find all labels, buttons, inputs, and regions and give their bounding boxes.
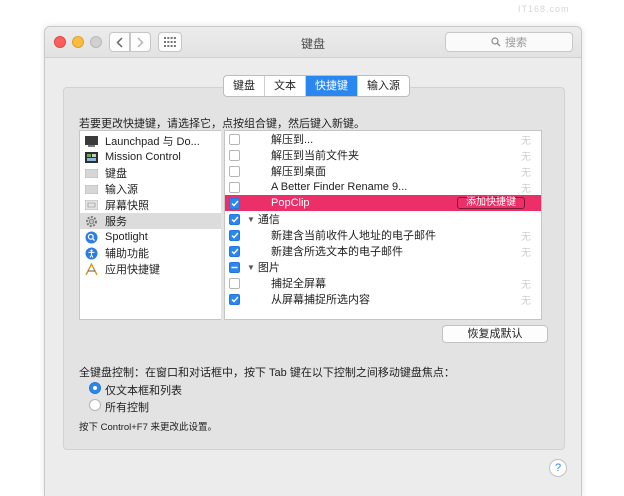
category-services[interactable]: 服务 [80, 213, 222, 229]
launchpad-icon [85, 135, 98, 147]
checkbox[interactable] [229, 197, 240, 209]
tab-keyboard[interactable]: 键盘 [224, 76, 265, 96]
checkmark-icon [231, 216, 239, 223]
shortcut-value: 无 [521, 167, 531, 179]
tab-input-sources[interactable]: 输入源 [358, 76, 409, 96]
shortcut-row[interactable]: A Better Finder Rename 9... 无 [225, 179, 541, 195]
category-screenshots[interactable]: 屏幕快照 [80, 197, 222, 213]
tab-shortcuts[interactable]: 快捷键 [306, 76, 358, 96]
shortcut-row[interactable]: 捕捉全屏幕 无 [225, 275, 541, 291]
category-launchpad[interactable]: Launchpad 与 Do... [80, 133, 222, 149]
title-bar: 键盘 搜索 [45, 27, 581, 58]
shortcut-value: 无 [521, 135, 531, 147]
shortcut-value: 无 [521, 231, 531, 243]
screenshot-icon [85, 199, 98, 211]
checkbox-mixed[interactable] [229, 261, 240, 273]
shortcut-row[interactable]: 新建含所选文本的电子邮件 无 [225, 243, 541, 259]
shortcut-value: 无 [521, 183, 531, 195]
category-accessibility[interactable]: 辅助功能 [80, 245, 222, 261]
shortcut-hint: 按下 Control+F7 来更改此设置。 [79, 422, 218, 433]
checkbox[interactable] [229, 181, 240, 193]
full-keyboard-access-label: 全键盘控制：在窗口和对话框中，按下 Tab 键在以下控制之间移动键盘焦点： [79, 367, 455, 379]
shortcut-list: 解压到... 无 解压到当前文件夹 无 解压到桌面 无 A Better Fin… [224, 130, 542, 320]
checkbox[interactable] [229, 133, 240, 145]
instruction-text: 若要更改快捷键，请选择它，点按组合键，然后键入新键。 [79, 118, 365, 130]
input-source-icon [85, 183, 98, 195]
shortcut-label: 新建含所选文本的电子邮件 [271, 246, 403, 258]
category-mission-control[interactable]: Mission Control [80, 149, 222, 165]
category-label: Spotlight [105, 231, 148, 243]
group-row-communication[interactable]: ▼ 通信 [225, 211, 541, 227]
category-label: 输入源 [105, 184, 138, 196]
shortcut-row[interactable]: 解压到当前文件夹 无 [225, 147, 541, 163]
checkbox[interactable] [229, 277, 240, 289]
keyboard-icon [85, 167, 98, 179]
accessibility-icon [85, 247, 98, 259]
radio-label[interactable]: 仅文本框和列表 [105, 382, 182, 398]
category-label: 服务 [105, 216, 127, 228]
shortcut-row[interactable]: 新建含当前收件人地址的电子邮件 无 [225, 227, 541, 243]
shortcut-label: 从屏幕捕捉所选内容 [271, 294, 370, 306]
radio-all-controls[interactable] [89, 399, 101, 411]
add-shortcut-button[interactable]: 添加快捷键 [457, 197, 525, 209]
dash-icon [231, 266, 238, 268]
shortcut-value: 无 [521, 247, 531, 259]
group-label: 通信 [257, 214, 280, 226]
shortcut-value: 无 [521, 295, 531, 307]
shortcut-value: 无 [521, 279, 531, 291]
checkbox[interactable] [229, 293, 240, 305]
help-button[interactable]: ? [549, 459, 567, 477]
shortcut-label: A Better Finder Rename 9... [271, 181, 408, 193]
category-label: 屏幕快照 [105, 200, 149, 212]
keyboard-preferences-window: 键盘 搜索 键盘 文本 快捷键 输入源 若要更改快捷键，请选择它，点按组合键，然… [44, 26, 582, 496]
category-label: 应用快捷键 [105, 264, 160, 276]
shortcut-row-popclip[interactable]: PopClip 添加快捷键 [225, 195, 541, 211]
radio-text-boxes-lists[interactable] [89, 382, 101, 394]
group-label: 图片 [257, 262, 280, 274]
checkmark-icon [231, 296, 239, 303]
category-label: 辅助功能 [105, 248, 149, 260]
tab-bar: 键盘 文本 快捷键 输入源 [223, 75, 410, 97]
shortcut-value: 无 [521, 151, 531, 163]
checkbox[interactable] [229, 165, 240, 177]
search-placeholder: 搜索 [505, 37, 527, 49]
shortcut-label: PopClip [271, 197, 310, 209]
checkbox[interactable] [229, 229, 240, 241]
shortcut-row[interactable]: 解压到... 无 [225, 131, 541, 147]
category-app-shortcuts[interactable]: 应用快捷键 [80, 261, 222, 277]
search-field[interactable]: 搜索 [445, 32, 573, 52]
category-input-sources[interactable]: 输入源 [80, 181, 222, 197]
services-gear-icon [85, 215, 98, 227]
app-shortcuts-icon [85, 262, 98, 275]
checkmark-icon [231, 200, 239, 207]
mission-control-icon [85, 151, 98, 163]
restore-defaults-button[interactable]: 恢复成默认 [442, 325, 548, 343]
watermark: IT168.com [518, 4, 570, 14]
radio-label[interactable]: 所有控制 [105, 399, 149, 415]
category-spotlight[interactable]: Spotlight [80, 229, 222, 245]
shortcut-label: 新建含当前收件人地址的电子邮件 [271, 230, 436, 242]
shortcut-label: 解压到当前文件夹 [271, 150, 359, 162]
category-label: Launchpad 与 Do... [105, 136, 200, 148]
tab-text[interactable]: 文本 [265, 76, 306, 96]
category-label: 键盘 [105, 168, 127, 180]
search-icon [491, 37, 501, 47]
spotlight-icon [85, 231, 98, 243]
checkmark-icon [231, 232, 239, 239]
shortcut-row[interactable]: 从屏幕捕捉所选内容 无 [225, 291, 541, 307]
category-keyboard[interactable]: 键盘 [80, 165, 222, 181]
shortcut-row[interactable]: 解压到桌面 无 [225, 163, 541, 179]
disclosure-triangle-icon[interactable]: ▼ [247, 263, 255, 272]
checkbox[interactable] [229, 149, 240, 161]
checkbox[interactable] [229, 213, 240, 225]
shortcut-label: 捕捉全屏幕 [271, 278, 326, 290]
shortcut-label: 解压到... [271, 134, 314, 146]
category-list: Launchpad 与 Do... Mission Control 键盘 输入源… [79, 130, 223, 320]
group-row-pictures[interactable]: ▼ 图片 [225, 259, 541, 275]
checkmark-icon [231, 248, 239, 255]
shortcut-label: 解压到桌面 [271, 166, 326, 178]
disclosure-triangle-icon[interactable]: ▼ [247, 215, 255, 224]
category-label: Mission Control [105, 151, 181, 163]
checkbox[interactable] [229, 245, 240, 257]
